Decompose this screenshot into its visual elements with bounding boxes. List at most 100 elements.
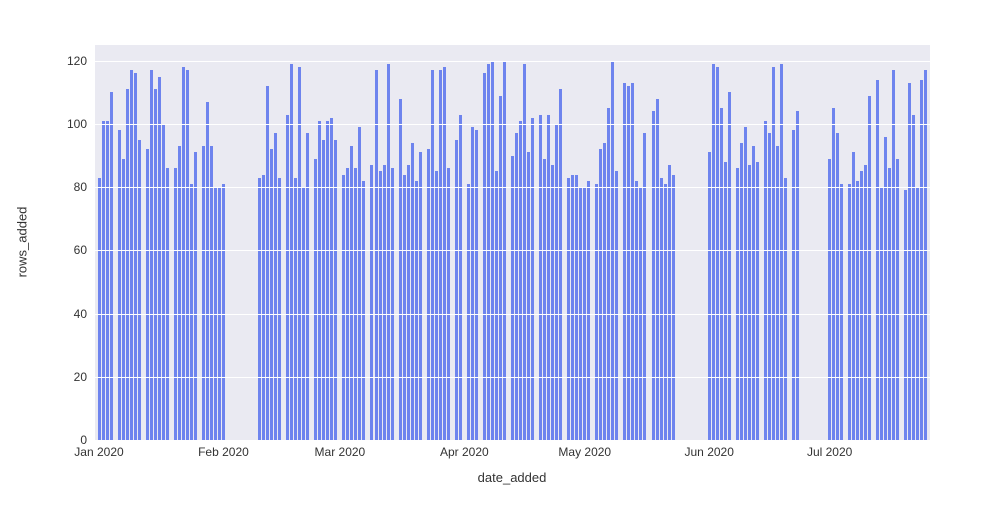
bar — [904, 190, 907, 440]
bar — [547, 115, 550, 440]
y-axis-label: rows_added — [15, 207, 30, 278]
bar — [776, 146, 779, 440]
bar — [387, 64, 390, 440]
bar — [206, 102, 209, 440]
bar — [354, 168, 357, 440]
bar — [419, 152, 422, 440]
bar — [567, 178, 570, 440]
bar — [330, 118, 333, 440]
bar — [122, 159, 125, 440]
bar — [487, 64, 490, 440]
bar — [615, 171, 618, 440]
bar — [326, 121, 329, 440]
bar — [190, 184, 193, 440]
bar — [768, 133, 771, 440]
bar — [294, 178, 297, 440]
bar — [455, 140, 458, 440]
bar — [146, 149, 149, 440]
bar — [595, 184, 598, 440]
bar — [459, 115, 462, 440]
bar — [652, 111, 655, 440]
y-tick-label: 100 — [47, 117, 87, 131]
bar — [708, 152, 711, 440]
x-tick-label: Mar 2020 — [315, 445, 366, 459]
bar — [527, 152, 530, 440]
bar — [551, 165, 554, 440]
bar — [660, 178, 663, 440]
y-tick-label: 60 — [47, 243, 87, 257]
x-tick-label: Apr 2020 — [440, 445, 489, 459]
bar — [531, 118, 534, 440]
x-tick-label: May 2020 — [558, 445, 611, 459]
bar — [483, 73, 486, 440]
bar — [110, 92, 113, 440]
chart-container: rows_added date_added 020406080100120Jan… — [0, 0, 985, 525]
bar — [748, 165, 751, 440]
bar — [908, 83, 911, 440]
bar — [539, 115, 542, 440]
bar — [864, 165, 867, 440]
bar — [559, 89, 562, 440]
bar — [210, 146, 213, 440]
bar — [728, 92, 731, 440]
bar — [202, 146, 205, 440]
bar — [471, 127, 474, 440]
bar — [555, 124, 558, 440]
bar — [836, 133, 839, 440]
gridline — [95, 124, 930, 125]
bar — [623, 83, 626, 440]
bar — [856, 181, 859, 440]
bar — [627, 86, 630, 440]
bar — [266, 86, 269, 440]
bar — [375, 70, 378, 440]
bar — [467, 184, 470, 440]
bar — [274, 133, 277, 440]
bar — [744, 127, 747, 440]
bar — [399, 99, 402, 440]
bar — [439, 70, 442, 440]
gridline — [95, 61, 930, 62]
bar — [912, 115, 915, 440]
bar — [792, 130, 795, 440]
bar — [158, 77, 161, 440]
bar — [924, 70, 927, 440]
x-tick-label: Jul 2020 — [807, 445, 852, 459]
bar — [876, 80, 879, 440]
bar — [796, 111, 799, 440]
bar — [575, 175, 578, 440]
bars-group — [95, 45, 930, 440]
y-tick-label: 20 — [47, 370, 87, 384]
bar — [543, 159, 546, 440]
bar — [756, 162, 759, 440]
bar — [415, 181, 418, 440]
x-tick-label: Jun 2020 — [685, 445, 734, 459]
bar — [403, 175, 406, 440]
bar — [186, 70, 189, 440]
bar — [166, 168, 169, 440]
gridline — [95, 187, 930, 188]
bar — [828, 159, 831, 440]
bar — [736, 168, 739, 440]
bar — [427, 149, 430, 440]
y-tick-label: 40 — [47, 307, 87, 321]
bar — [656, 99, 659, 440]
bar — [150, 70, 153, 440]
bar — [752, 146, 755, 440]
bar — [98, 178, 101, 440]
bar — [138, 140, 141, 440]
bar — [515, 133, 518, 440]
bar — [672, 175, 675, 440]
bar — [342, 175, 345, 440]
bar — [134, 73, 137, 440]
x-tick-label: Feb 2020 — [198, 445, 249, 459]
x-tick-label: Jan 2020 — [74, 445, 123, 459]
gridline — [95, 440, 930, 441]
gridline — [95, 250, 930, 251]
bar — [499, 96, 502, 440]
bar — [358, 127, 361, 440]
gridline — [95, 314, 930, 315]
bar — [194, 152, 197, 440]
bar — [126, 89, 129, 440]
bar — [102, 121, 105, 440]
bar — [346, 168, 349, 440]
